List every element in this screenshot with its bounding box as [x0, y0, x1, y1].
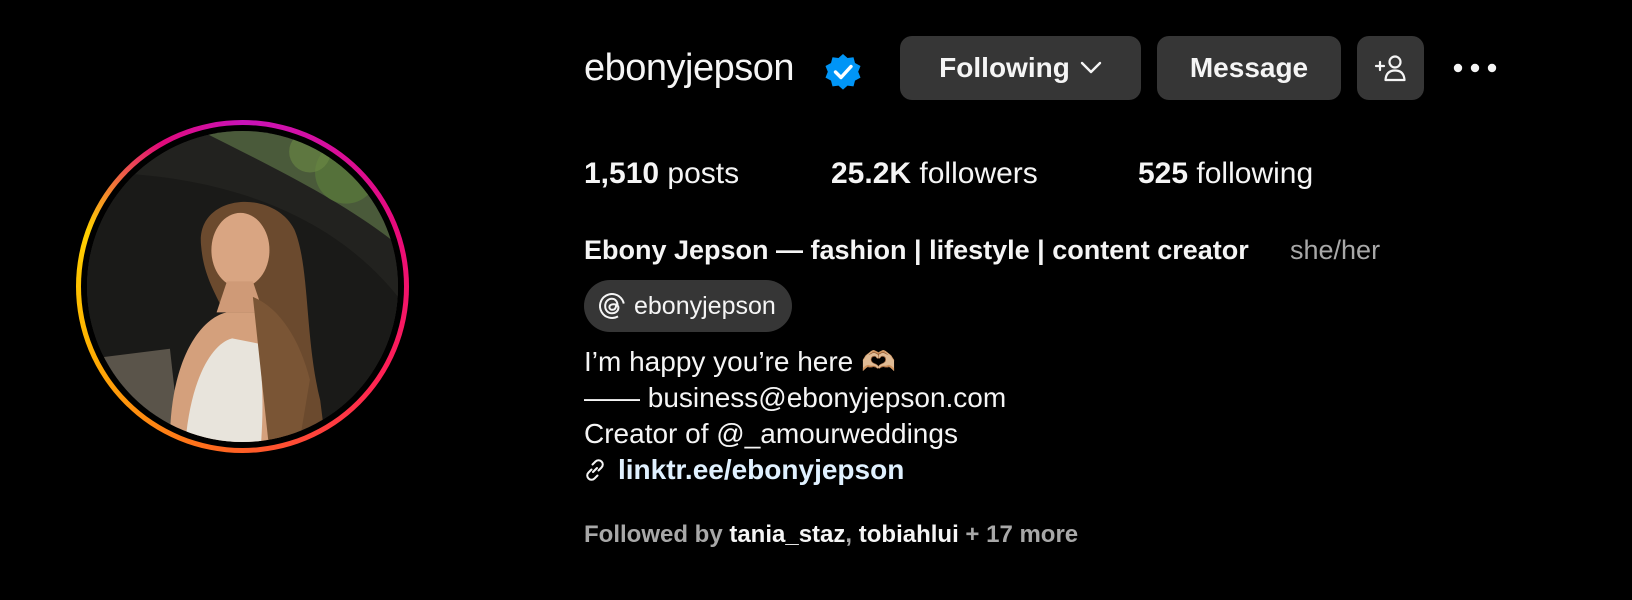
profile-username: ebonyjepson [584, 47, 795, 89]
following-stat[interactable]: 525 following [1138, 154, 1313, 194]
following-label: following [1196, 157, 1314, 190]
add-user-icon [1374, 55, 1406, 82]
message-button-label: Message [1189, 52, 1309, 83]
suggest-users-button[interactable] [1357, 36, 1424, 100]
posts-count: 1,510 [584, 157, 660, 190]
bio-link[interactable]: linktr.ee/ebonyjepson [582, 452, 904, 488]
followed-by-user[interactable]: tobiahlui [859, 521, 959, 548]
threads-icon [599, 293, 625, 319]
bio-line-mention[interactable]: Creator of @_amourweddings [584, 416, 958, 452]
followed-by-user[interactable]: tania_staz [729, 521, 845, 548]
message-button[interactable]: Message [1157, 36, 1341, 100]
posts-label: posts [667, 157, 740, 190]
more-options-icon[interactable] [1450, 52, 1500, 84]
chevron-down-icon [1080, 61, 1102, 74]
following-button-label: Following [939, 52, 1070, 83]
story-ring-avatar[interactable] [76, 120, 409, 453]
more-options-dots [1453, 63, 1497, 73]
posts-stat: 1,510 posts [584, 154, 739, 194]
followers-count: 25.2K [831, 157, 912, 190]
profile-pronouns: she/her [1290, 235, 1381, 265]
bio-line-email: —— business@ebonyjepson.com [584, 382, 1007, 413]
followed-by[interactable]: Followed by tania_staz, tobiahlui + 17 m… [584, 520, 1078, 550]
followers-stat[interactable]: 25.2K followers [831, 154, 1038, 194]
threads-handle: ebonyjepson [634, 291, 776, 320]
followed-by-prefix: Followed by [584, 521, 723, 548]
following-count: 525 [1138, 157, 1189, 190]
followed-by-more[interactable]: + 17 more [965, 521, 1078, 548]
followed-by-separator: , [845, 521, 853, 548]
profile-full-name: Ebony Jepson — fashion | lifestyle | con… [584, 235, 1249, 265]
avatar[interactable] [87, 131, 398, 442]
verified-badge-icon [825, 54, 861, 90]
threads-link-chip[interactable]: ebonyjepson [584, 280, 792, 332]
bio-line: I’m happy you’re here 🫶🏼 [584, 346, 896, 377]
bio-link-text[interactable]: linktr.ee/ebonyjepson [618, 452, 904, 488]
avatar-photo [87, 131, 398, 442]
followers-label: followers [919, 157, 1038, 190]
link-icon [586, 459, 604, 481]
following-button[interactable]: Following [900, 36, 1141, 100]
